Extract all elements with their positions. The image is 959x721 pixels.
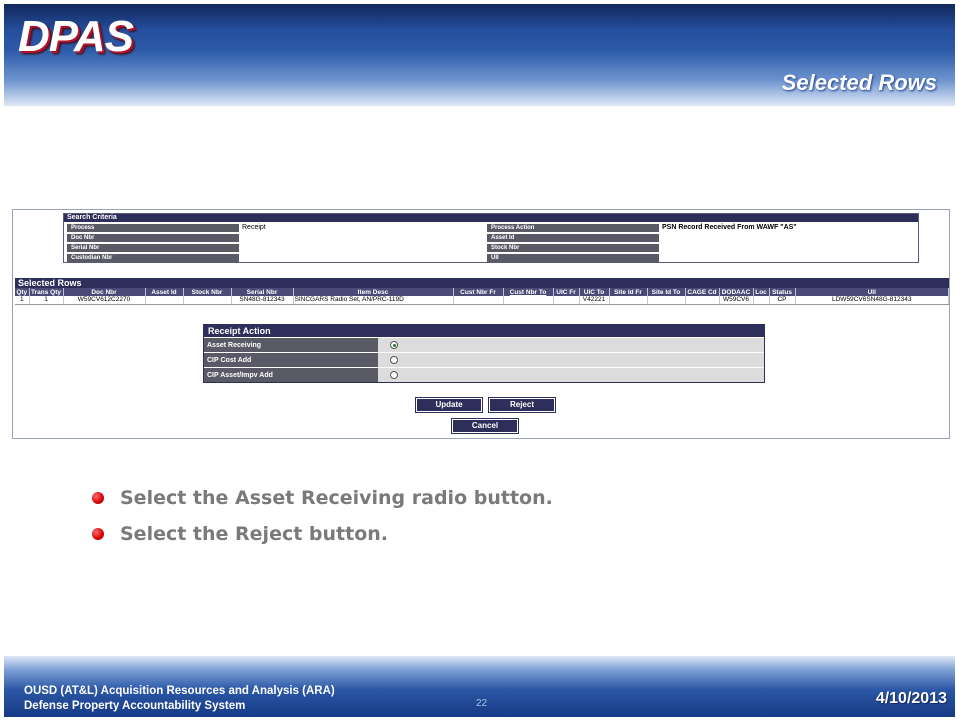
slide-header: DPAS Selected Rows [4, 4, 955, 106]
cip-asset-impv-add-radio[interactable] [390, 371, 398, 379]
cancel-button[interactable]: Cancel [451, 418, 519, 434]
footer-org-line: Defense Property Accountability System [24, 700, 246, 712]
column-header-uic-fr[interactable]: UIC Fr [553, 288, 580, 296]
column-header-dodaac[interactable]: DODAAC [719, 288, 754, 296]
bullet-icon [92, 492, 104, 504]
column-header-cust-nbr-to[interactable]: Cust Nbr To [503, 288, 554, 296]
receipt-action-title: Receipt Action [204, 325, 764, 337]
cell-site-id-fr [609, 296, 648, 305]
instruction-item: Select the Asset Receiving radio button. [92, 480, 553, 516]
instruction-text: Select the Reject button. [120, 523, 389, 545]
footer-organization: OUSD (AT&L) Acquisition Resources and An… [24, 684, 335, 714]
column-header-trans-qty[interactable]: Trans Qty [29, 288, 64, 296]
column-header-asset-id[interactable]: Asset Id [145, 288, 184, 296]
cell-trans-qty: 1 [29, 296, 64, 305]
bullet-icon [92, 528, 104, 540]
search-criteria-row: Doc Nbr Asset Id [64, 232, 918, 242]
receipt-action-option-cip-cost-add: CIP Cost Add [204, 352, 764, 367]
criteria-label: Custodian Nbr [67, 253, 239, 262]
column-header-cust-nbr-fr[interactable]: Cust Nbr Fr [453, 288, 504, 296]
search-criteria-row: Process Receipt Process Action PSN Recor… [64, 222, 918, 232]
slide-title: Selected Rows [781, 70, 937, 95]
criteria-value [659, 254, 918, 262]
criteria-value: Receipt [242, 223, 266, 231]
cell-doc-nbr: W59CV612C2270 [63, 296, 146, 305]
cell-uii: LDW59CV6SN48G-812343 [795, 296, 949, 305]
footer-date: 4/10/2013 [875, 690, 947, 707]
cell-cust-nbr-fr [453, 296, 504, 305]
option-label: Asset Receiving [204, 338, 378, 352]
cell-serial-nbr: SN48G-812343 [231, 296, 294, 305]
cip-cost-add-radio[interactable] [390, 356, 398, 364]
criteria-value [659, 244, 918, 252]
cell-qty: 1 [15, 296, 30, 305]
receipt-action-option-cip-asset-impv-add: CIP Asset/Impv Add [204, 367, 764, 382]
search-criteria-row: Serial Nbr Stock Nbr [64, 242, 918, 252]
criteria-label: UII [487, 253, 659, 262]
selected-rows-title: Selected Rows [15, 278, 949, 288]
criteria-label: Serial Nbr [67, 243, 239, 252]
option-label: CIP Cost Add [204, 353, 378, 367]
column-header-qty[interactable]: Qty [15, 288, 30, 296]
reject-button[interactable]: Reject [488, 397, 556, 413]
search-criteria-row: Custodian Nbr UII [64, 252, 918, 262]
column-header-stock-nbr[interactable]: Stock Nbr [183, 288, 232, 296]
table-row[interactable]: 1 1 W59CV612C2270 SN48G-812343 SINCGARS … [15, 296, 949, 305]
column-header-uii[interactable]: UII [795, 288, 949, 296]
cell-uic-to: V42221 [579, 296, 610, 305]
column-header-status[interactable]: Status [769, 288, 796, 296]
page-number: 22 [476, 698, 488, 709]
cell-stock-nbr [183, 296, 232, 305]
column-header-doc-nbr[interactable]: Doc Nbr [63, 288, 146, 296]
app-panel: Search Criteria Process Receipt Process … [12, 209, 950, 439]
criteria-value [239, 244, 487, 252]
instruction-item: Select the Reject button. [92, 516, 553, 552]
footer-org-line: OUSD (AT&L) Acquisition Resources and An… [24, 685, 335, 697]
instruction-text: Select the Asset Receiving radio button. [120, 487, 553, 509]
cell-site-id-to [647, 296, 686, 305]
search-criteria-box: Search Criteria Process Receipt Process … [63, 213, 919, 263]
dpas-logo: DPAS [18, 12, 134, 61]
search-criteria-title: Search Criteria [64, 214, 918, 222]
cell-cage-cd [685, 296, 720, 305]
column-header-site-id-to[interactable]: Site Id To [647, 288, 686, 296]
criteria-label: Asset Id [487, 233, 659, 242]
column-header-site-id-fr[interactable]: Site Id Fr [609, 288, 648, 296]
cell-uic-fr [553, 296, 580, 305]
criteria-label: Process Action [487, 223, 659, 232]
criteria-label: Stock Nbr [487, 243, 659, 252]
cell-asset-id [145, 296, 184, 305]
receipt-action-option-asset-receiving: Asset Receiving [204, 337, 764, 352]
criteria-label: Doc Nbr [67, 233, 239, 242]
option-radio-cell [378, 353, 764, 367]
criteria-value [239, 254, 487, 262]
option-radio-cell [378, 368, 764, 382]
cell-dodaac: W59CV6 [719, 296, 754, 305]
instruction-list: Select the Asset Receiving radio button.… [92, 480, 553, 552]
column-header-serial-nbr[interactable]: Serial Nbr [231, 288, 294, 296]
table-header-row: Qty Trans Qty Doc Nbr Asset Id Stock Nbr… [15, 288, 949, 296]
column-header-cage-cd[interactable]: CAGE Cd [685, 288, 720, 296]
criteria-value: PSN Record Received From WAWF "AS" [662, 223, 797, 231]
asset-receiving-radio[interactable] [390, 341, 398, 349]
slide-footer: OUSD (AT&L) Acquisition Resources and An… [4, 656, 955, 717]
cell-item-desc: SINCGARS Radio Set, AN/PRC-119D [293, 296, 454, 305]
criteria-value [239, 234, 487, 242]
option-radio-cell [378, 338, 764, 352]
cell-loc [753, 296, 770, 305]
column-header-loc[interactable]: Loc [753, 288, 770, 296]
column-header-item-desc[interactable]: Item Desc [293, 288, 454, 296]
receipt-action-box: Receipt Action Asset Receiving CIP Cost … [203, 324, 765, 383]
selected-rows-table: Qty Trans Qty Doc Nbr Asset Id Stock Nbr… [15, 288, 949, 305]
criteria-value [659, 234, 918, 242]
criteria-label: Process [67, 223, 239, 232]
update-button[interactable]: Update [415, 397, 483, 413]
cell-status: CP [769, 296, 796, 305]
option-label: CIP Asset/Impv Add [204, 368, 378, 382]
slide: DPAS Selected Rows Search Criteria Proce… [0, 0, 959, 721]
column-header-uic-to[interactable]: UIC To [579, 288, 610, 296]
cell-cust-nbr-to [503, 296, 554, 305]
